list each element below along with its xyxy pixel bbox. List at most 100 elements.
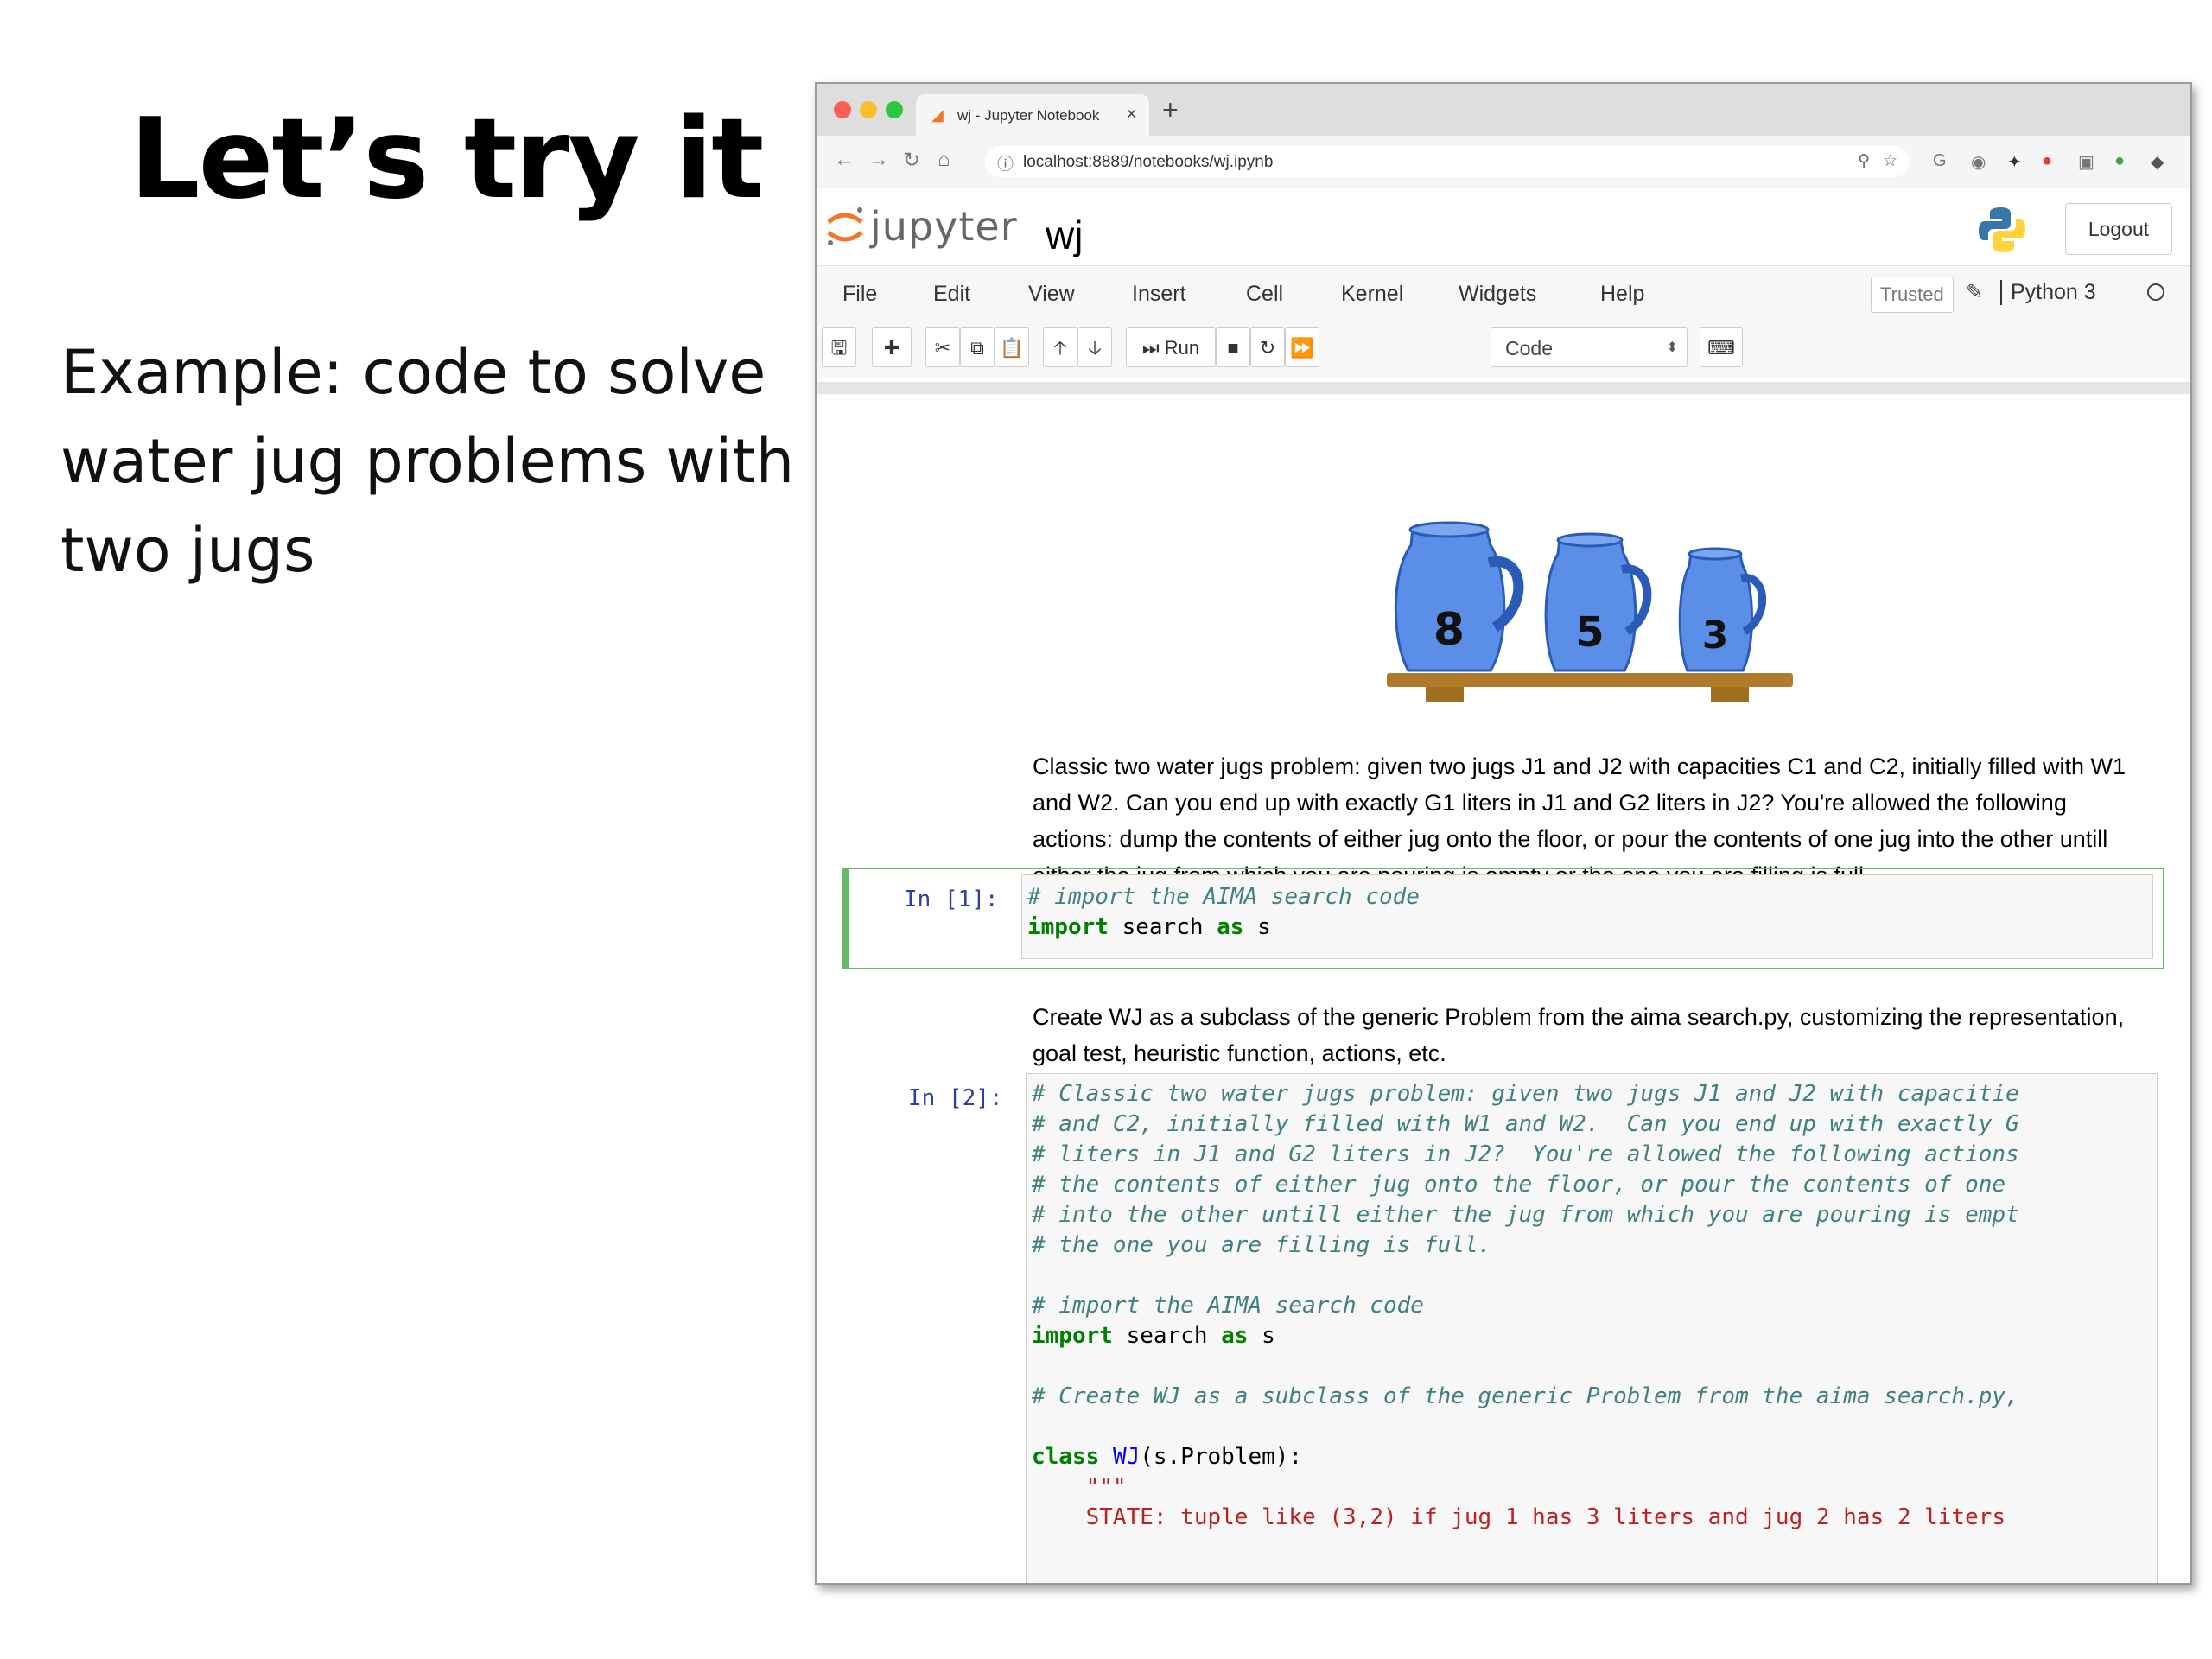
code-text: s: [1248, 1323, 1275, 1349]
close-window-button[interactable]: [834, 101, 851, 118]
back-icon[interactable]: ←: [834, 148, 855, 172]
code-comment: # the contents of either jug onto the fl…: [1032, 1172, 2019, 1198]
menu-bar: File Edit View Insert Cell Kernel Widget…: [817, 265, 2190, 322]
code-text: s: [1243, 914, 1271, 940]
code-text: (s.Problem):: [1140, 1444, 1303, 1470]
browser-tab[interactable]: ◢ wj - Jupyter Notebook ×: [916, 94, 1149, 136]
copy-icon[interactable]: ⧉: [960, 327, 995, 367]
run-label: Run: [1164, 337, 1200, 359]
cell-type-value: Code: [1505, 337, 1553, 359]
menu-help[interactable]: Help: [1600, 282, 1644, 307]
code-comment: # and C2, initially filled with W1 and W…: [1032, 1111, 2019, 1137]
notebook-name[interactable]: wj: [1046, 212, 1083, 258]
code-comment: # the one you are filling is full.: [1032, 1232, 1492, 1258]
notebook-toolbar: 🖫 ✚ ✂ ⧉ 📋 🡡 🡣 ⏭ Run ■ ↻ ⏩ Code ⬍ ⌨: [817, 321, 2190, 378]
keyword: import: [1032, 1323, 1113, 1349]
stop-icon[interactable]: ■: [1216, 327, 1250, 367]
forward-icon[interactable]: →: [868, 148, 889, 172]
new-tab-button[interactable]: +: [1162, 94, 1179, 126]
code-comment: # liters in J1 and G2 liters in J2? You'…: [1032, 1141, 2019, 1167]
edit-pencil-icon[interactable]: ✎: [1966, 280, 1983, 305]
cell-type-select[interactable]: Code ⬍: [1491, 327, 1688, 367]
jug-label-3: 3: [1702, 613, 1729, 658]
jug-label-5: 5: [1575, 608, 1604, 657]
python-logo-icon: [1979, 207, 2025, 252]
class-name: WJ: [1112, 1444, 1141, 1470]
tab-title: wj - Jupyter Notebook: [957, 107, 1100, 124]
select-arrow-icon: ⬍: [1666, 340, 1678, 355]
code-text: search: [1112, 1323, 1222, 1349]
browser-window: ◢ wj - Jupyter Notebook × + ← → ↻ ⌂ ⓘ lo…: [815, 82, 2192, 1585]
code-text: search: [1108, 914, 1217, 940]
menu-kernel[interactable]: Kernel: [1341, 282, 1403, 307]
markdown-create-text: Create WJ as a subclass of the generic P…: [1033, 1004, 2125, 1066]
restart-icon[interactable]: ↻: [1250, 327, 1285, 367]
code-editor[interactable]: # import the AIMA search code import sea…: [1021, 874, 2153, 959]
minimize-window-button[interactable]: [860, 101, 877, 118]
extension-icon[interactable]: ◉: [1971, 151, 1986, 173]
extension-icon[interactable]: ●: [2114, 151, 2125, 171]
reload-icon[interactable]: ↻: [903, 148, 920, 173]
trusted-indicator[interactable]: Trusted: [1871, 276, 1954, 313]
slide-body-text: Example: code to solve water jug problem…: [60, 337, 795, 586]
keyword: as: [1217, 914, 1244, 940]
cell-prompt: In [2]:: [908, 1085, 1003, 1111]
address-bar: ← → ↻ ⌂ ⓘ localhost:8889/notebooks/wj.ip…: [817, 136, 2190, 188]
menu-view[interactable]: View: [1028, 282, 1075, 307]
jupyter-header: jupyter wj Logout: [817, 188, 2190, 265]
docstring-line: """: [1032, 1474, 1127, 1500]
home-icon[interactable]: ⌂: [938, 148, 950, 172]
zoom-icon[interactable]: ⚲: [1858, 151, 1870, 171]
run-button[interactable]: ⏭ Run: [1126, 327, 1216, 367]
code-comment: # Create WJ as a subclass of the generic…: [1032, 1383, 2019, 1409]
keyword: class: [1032, 1444, 1100, 1470]
save-icon[interactable]: 🖫: [822, 327, 856, 367]
google-extension-icon[interactable]: G: [1933, 151, 1947, 171]
menu-widgets[interactable]: Widgets: [1459, 282, 1536, 307]
run-icon: ⏭: [1141, 337, 1160, 359]
code-comment: # Classic two water jugs problem: given …: [1032, 1081, 2019, 1107]
extension-icon[interactable]: ●: [2042, 151, 2052, 171]
code-line: class WJ(s.Problem):: [1032, 1442, 2152, 1472]
menu-insert[interactable]: Insert: [1132, 282, 1186, 307]
pin-extension-icon[interactable]: ✦: [2007, 151, 2022, 173]
docstring-line: STATE: tuple like (3,2) if jug 1 has 3 l…: [1032, 1504, 2006, 1530]
extension-icon[interactable]: ▣: [2078, 151, 2094, 173]
jupyter-logo-icon[interactable]: [825, 205, 865, 248]
notebook-area[interactable]: 8 5 3 Classic two water jugs problem: gi…: [817, 394, 2190, 1583]
shield-extension-icon[interactable]: ◆: [2151, 151, 2164, 173]
close-tab-icon[interactable]: ×: [1126, 103, 1137, 125]
code-comment: # import the AIMA search code: [1027, 884, 1420, 910]
url-field[interactable]: ⓘ localhost:8889/notebooks/wj.ipynb ⚲ ☆: [985, 146, 1910, 177]
slide-title: Let’s try it: [130, 95, 764, 224]
site-info-icon[interactable]: ⓘ: [997, 151, 1014, 175]
code-comment: # import the AIMA search code: [1032, 1293, 1424, 1319]
code-cell-1[interactable]: In [1]: # import the AIMA search code im…: [842, 868, 2164, 969]
keyboard-icon[interactable]: ⌨: [1700, 327, 1743, 367]
cut-icon[interactable]: ✂: [925, 327, 960, 367]
code-line: import search as s: [1027, 912, 2147, 943]
menu-edit[interactable]: Edit: [933, 282, 970, 307]
keyword: import: [1027, 914, 1109, 940]
restart-run-all-icon[interactable]: ⏩: [1285, 327, 1319, 367]
move-down-icon[interactable]: 🡣: [1077, 327, 1112, 367]
code-editor[interactable]: # Classic two water jugs problem: given …: [1026, 1073, 2158, 1583]
move-up-icon[interactable]: 🡡: [1043, 327, 1077, 367]
jug-label-8: 8: [1433, 604, 1465, 656]
kernel-idle-icon: [2147, 283, 2164, 301]
water-jugs-image: 8 5 3: [1387, 521, 1793, 702]
menu-cell[interactable]: Cell: [1246, 282, 1283, 307]
kernel-name[interactable]: Python 3: [2000, 280, 2096, 305]
jupyter-favicon-icon: ◢: [931, 106, 944, 124]
insert-cell-icon[interactable]: ✚: [872, 327, 912, 367]
paste-icon[interactable]: 📋: [995, 327, 1029, 367]
logout-button[interactable]: Logout: [2065, 203, 2172, 255]
jupyter-brand[interactable]: jupyter: [870, 203, 1018, 250]
bookmark-star-icon[interactable]: ☆: [1883, 151, 1897, 171]
code-line: import search as s: [1032, 1321, 2152, 1351]
maximize-window-button[interactable]: [886, 101, 903, 118]
menu-file[interactable]: File: [842, 282, 877, 307]
tab-bar: ◢ wj - Jupyter Notebook × +: [817, 84, 2190, 136]
